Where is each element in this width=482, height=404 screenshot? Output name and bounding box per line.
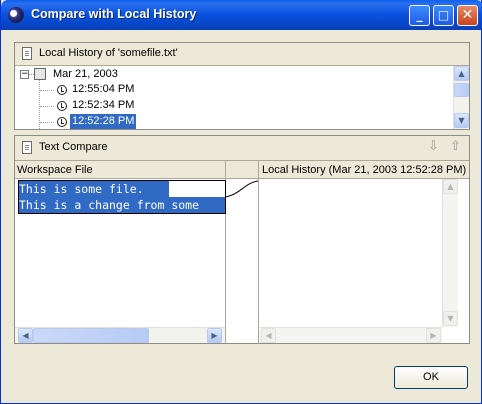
workspace-horizontal-scrollbar[interactable]: ◀ ▶ [15, 327, 225, 343]
scroll-right-button[interactable]: ▶ [426, 328, 441, 343]
scroll-thumb[interactable] [33, 328, 149, 343]
maximize-button[interactable]: □ [433, 5, 454, 26]
clock-icon [57, 101, 67, 111]
local-history-pane-header: Local History (Mar 21, 2003 12:52:28 PM) [259, 161, 469, 179]
window-title: Compare with Local History [31, 7, 197, 21]
text-compare-title: Text Compare [39, 141, 108, 153]
text-compare-panel: Text Compare ⇩ ⇧ Workspace File This is … [14, 135, 470, 344]
file-icon [22, 141, 32, 154]
change-highlight: This is some file. This is a change from… [18, 180, 226, 214]
local-history-pane-title: Local History (Mar 21, 2003 12:52:28 PM) [262, 164, 467, 176]
scroll-thumb[interactable] [454, 83, 469, 97]
local-history-header: Local History of 'somefile.txt' [15, 43, 469, 66]
history-entry[interactable]: 12:52:34 PM [72, 98, 134, 113]
minimize-button[interactable]: _ [409, 5, 430, 26]
text-line[interactable]: This is some file. [19, 181, 169, 197]
workspace-file-title: Workspace File [17, 164, 93, 176]
ok-button[interactable]: OK [394, 366, 468, 389]
history-tree: − Mar 21, 2003 12:55:04 PM 12:52:34 PM 1… [15, 66, 453, 129]
text-line[interactable]: This is a change from some [19, 197, 225, 213]
next-difference-icon[interactable]: ⇩ [428, 139, 439, 154]
scroll-left-button[interactable]: ◀ [18, 328, 33, 343]
scroll-down-button[interactable]: ▼ [443, 311, 458, 326]
scroll-down-button[interactable]: ▼ [454, 113, 469, 128]
local-history-title: Local History of 'somefile.txt' [39, 47, 178, 59]
history-pane-horizontal-scrollbar[interactable]: ◀ ▶ [259, 327, 442, 343]
title-bar: Compare with Local History _ □ ✕ [1, 0, 482, 30]
local-history-panel: Local History of 'somefile.txt' − Mar 21… [14, 42, 470, 130]
scroll-up-button[interactable]: ▲ [443, 179, 458, 194]
history-pane-vertical-scrollbar[interactable]: ▲ ▼ [442, 179, 458, 327]
clock-icon [57, 85, 67, 95]
history-entry-selected[interactable]: 12:52:28 PM [70, 114, 137, 129]
history-vertical-scrollbar[interactable]: ▲ ▼ [453, 66, 469, 129]
clock-icon [57, 117, 67, 127]
file-icon [22, 47, 32, 60]
dialog-window: Compare with Local History _ □ ✕ Local H… [0, 0, 482, 404]
close-button[interactable]: ✕ [457, 5, 478, 26]
diff-connector-gutter [226, 161, 259, 343]
calendar-icon [34, 68, 46, 80]
scroll-right-button[interactable]: ▶ [207, 328, 222, 343]
history-entry[interactable]: 12:55:04 PM [72, 82, 134, 97]
previous-difference-icon[interactable]: ⇧ [450, 139, 461, 154]
eclipse-icon [8, 7, 24, 23]
workspace-file-header: Workspace File [15, 161, 225, 179]
tree-date-node[interactable]: Mar 21, 2003 [53, 67, 118, 82]
diff-connector-line [226, 180, 259, 198]
tree-collapse-toggle[interactable]: − [20, 70, 29, 79]
text-compare-header: Text Compare ⇩ ⇧ [15, 136, 469, 161]
scroll-up-button[interactable]: ▲ [454, 66, 469, 81]
local-history-pane: Local History (Mar 21, 2003 12:52:28 PM)… [259, 161, 469, 343]
workspace-file-pane: Workspace File This is some file. This i… [15, 161, 226, 343]
scroll-left-button[interactable]: ◀ [261, 328, 276, 343]
